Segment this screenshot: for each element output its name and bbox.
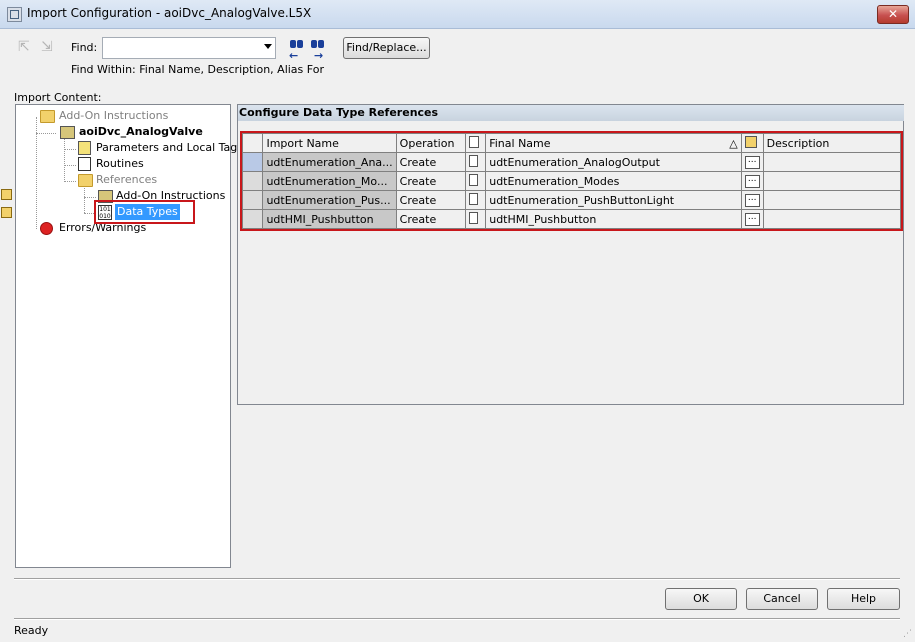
row-selector[interactable] <box>241 190 264 210</box>
column-header-icon <box>465 133 487 153</box>
title-bar: Import Configuration - aoiDvc_AnalogValv… <box>0 0 915 29</box>
separator <box>14 578 900 580</box>
operation-cell[interactable]: Create <box>395 152 467 172</box>
alias-icon <box>744 135 757 148</box>
status-bar: Ready ⋰ <box>0 620 915 642</box>
help-button[interactable]: Help <box>827 588 900 610</box>
import-status-icon <box>1 207 12 218</box>
chevron-down-icon[interactable] <box>264 44 272 49</box>
column-header-description[interactable]: Description <box>762 133 902 153</box>
ellipsis-cell[interactable]: ... <box>740 209 764 229</box>
import-name-cell: udtEnumeration_Pus... <box>262 190 397 210</box>
column-header-alias <box>740 133 764 153</box>
sort-indicator-icon: △ <box>729 136 738 150</box>
close-button[interactable]: ✕ <box>877 5 909 24</box>
row-header-corner <box>241 133 264 153</box>
find-within-text: Find Within: Final Name, Description, Al… <box>71 63 324 76</box>
find-label: Find: <box>71 41 98 54</box>
add-on-instruction-icon <box>60 126 75 139</box>
folder-icon <box>78 174 93 187</box>
description-cell[interactable] <box>762 152 902 172</box>
next-result-icon[interactable]: ⇲ <box>41 39 53 55</box>
table-row[interactable]: udtEnumeration_Mo... Create udtEnumerati… <box>241 171 902 191</box>
import-name-cell: udtEnumeration_Mo... <box>262 171 397 191</box>
final-name-cell[interactable]: udtEnumeration_Modes <box>485 171 742 191</box>
configure-pane: Configure Data Type References Import Na… <box>237 104 904 405</box>
row-selector[interactable] <box>241 152 264 172</box>
operation-cell[interactable]: Create <box>395 171 467 191</box>
import-name-cell: udtHMI_Pushbutton <box>262 209 397 229</box>
ellipsis-button[interactable]: ... <box>744 193 760 207</box>
import-content-label: Import Content: <box>14 91 102 104</box>
description-cell[interactable] <box>762 171 902 191</box>
row-selector[interactable] <box>241 209 264 229</box>
error-icon <box>40 222 53 235</box>
window-title: Import Configuration - aoiDvc_AnalogValv… <box>27 6 312 20</box>
table-row[interactable]: udtEnumeration_Pus... Create udtEnumerat… <box>241 190 902 210</box>
table-row[interactable]: udtHMI_Pushbutton Create udtHMI_Pushbutt… <box>241 209 902 229</box>
tree-label: References <box>96 173 158 186</box>
status-cell <box>465 190 487 210</box>
previous-result-icon[interactable]: ⇱ <box>18 39 30 55</box>
document-icon <box>469 192 479 205</box>
status-text: Ready <box>14 624 49 637</box>
import-status-icon <box>1 189 12 200</box>
tree-label: Routines <box>96 157 144 170</box>
ellipsis-cell[interactable]: ... <box>740 171 764 191</box>
resize-grip-icon[interactable]: ⋰ <box>903 629 912 639</box>
document-icon <box>469 173 479 186</box>
operation-cell[interactable]: Create <box>395 209 467 229</box>
column-header-operation[interactable]: Operation <box>395 133 467 153</box>
operation-cell[interactable]: Create <box>395 190 467 210</box>
ellipsis-cell[interactable]: ... <box>740 190 764 210</box>
description-cell[interactable] <box>762 209 902 229</box>
column-header-final-name[interactable]: Final Name △ <box>485 133 742 153</box>
grid-header-row: Import Name Operation Final Name △ Descr… <box>241 133 902 153</box>
final-name-cell[interactable]: udtEnumeration_PushButtonLight <box>485 190 742 210</box>
highlight-box <box>94 200 195 224</box>
tags-icon <box>78 141 91 155</box>
final-name-label: Final Name <box>489 136 551 150</box>
find-input[interactable] <box>102 37 276 59</box>
cancel-button[interactable]: Cancel <box>746 588 818 610</box>
app-icon <box>7 7 22 22</box>
find-previous-icon[interactable]: ← <box>288 37 306 62</box>
status-cell <box>465 209 487 229</box>
table-row[interactable]: udtEnumeration_Ana... Create udtEnumerat… <box>241 152 902 172</box>
tree-label: aoiDvc_AnalogValve <box>79 125 203 138</box>
find-next-icon[interactable]: → <box>309 37 327 62</box>
ok-button[interactable]: OK <box>665 588 737 610</box>
routines-icon <box>78 157 91 171</box>
pane-header: Configure Data Type References <box>238 105 904 121</box>
folder-icon <box>40 110 55 123</box>
final-name-cell[interactable]: udtEnumeration_AnalogOutput <box>485 152 742 172</box>
final-name-cell[interactable]: udtHMI_Pushbutton <box>485 209 742 229</box>
row-selector[interactable] <box>241 171 264 191</box>
ellipsis-cell[interactable]: ... <box>740 152 764 172</box>
tree-label: Parameters and Local Tags <box>96 141 244 154</box>
find-replace-button[interactable]: Find/Replace... <box>343 37 430 59</box>
data-type-references-grid: Import Name Operation Final Name △ Descr… <box>240 131 903 231</box>
document-icon <box>469 135 480 148</box>
ellipsis-button[interactable]: ... <box>744 155 760 169</box>
document-icon <box>469 154 479 167</box>
status-cell <box>465 171 487 191</box>
column-header-import-name[interactable]: Import Name <box>262 133 397 153</box>
ellipsis-button[interactable]: ... <box>744 212 760 226</box>
import-name-cell: udtEnumeration_Ana... <box>262 152 397 172</box>
status-cell <box>465 152 487 172</box>
ellipsis-button[interactable]: ... <box>744 174 760 188</box>
description-cell[interactable] <box>762 190 902 210</box>
document-icon <box>469 211 479 224</box>
import-content-tree[interactable]: Add-On Instructions aoiDvc_AnalogValve P… <box>15 104 243 568</box>
tree-label: Add-On Instructions <box>59 109 169 122</box>
